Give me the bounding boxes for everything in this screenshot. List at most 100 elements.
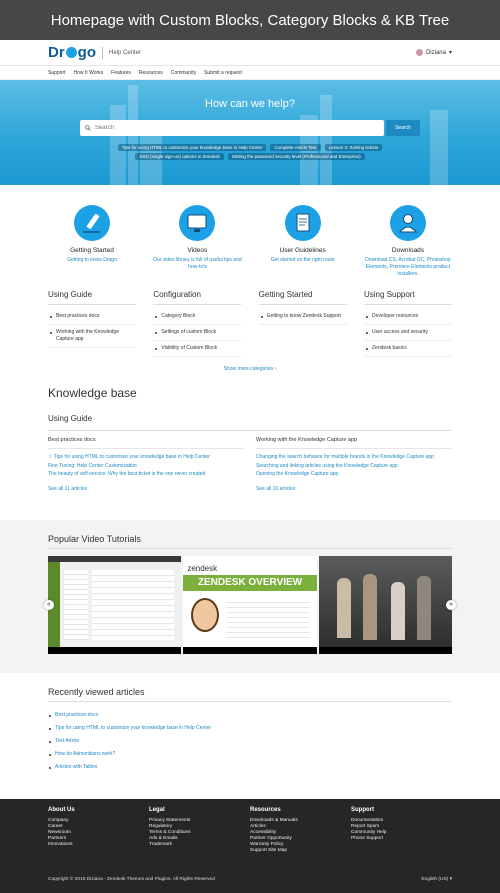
kb-article-link[interactable]: Opening the Knowledge Capture app bbox=[256, 470, 452, 479]
kb-column-title[interactable]: Working with the Knowledge Capture app bbox=[256, 437, 452, 449]
list-pane bbox=[64, 569, 88, 640]
footer-heading: Resources bbox=[250, 807, 281, 813]
recent-article-link[interactable]: Tips for using HTML to customize your kn… bbox=[48, 722, 452, 735]
kb-article-link[interactable]: The beauty of self-service: Why the best… bbox=[48, 470, 244, 479]
recent-article-link[interactable]: Best practices docs bbox=[48, 709, 452, 722]
category-title[interactable]: Using Support bbox=[363, 290, 452, 305]
kb-section-title[interactable]: Using Guide bbox=[48, 414, 452, 431]
search-button[interactable]: Search bbox=[386, 120, 420, 136]
nav-item-support[interactable]: Support bbox=[48, 70, 66, 76]
category-item[interactable]: Best practices docs bbox=[48, 309, 136, 325]
category-using-support: Using Support Developer resources User a… bbox=[363, 290, 452, 357]
search-icon bbox=[85, 125, 91, 131]
chevron-right-icon: » bbox=[449, 601, 453, 608]
person-figure bbox=[416, 575, 431, 640]
logo-divider bbox=[102, 46, 103, 59]
video-thumbnail[interactable] bbox=[48, 555, 182, 654]
category-title[interactable]: Configuration bbox=[153, 290, 242, 305]
popular-search-chip[interactable]: Tips for using HTML to customize your kn… bbox=[117, 144, 267, 151]
recent-article-link[interactable]: How do Admonitions work? bbox=[48, 748, 452, 761]
window-bar bbox=[48, 555, 182, 562]
language-selector[interactable]: English (US) ▾ bbox=[421, 877, 452, 882]
footer-link[interactable]: Innovations bbox=[48, 842, 149, 848]
category-item[interactable]: User access and security bbox=[363, 325, 452, 341]
block-description: Download CS, Acrobat DC, Photoshop Eleme… bbox=[365, 257, 451, 277]
kb-column: Best practices docs ☆ Tips for using HTM… bbox=[48, 437, 244, 492]
banner-title: Homepage with Custom Blocks, Category Bl… bbox=[50, 11, 450, 29]
category-item[interactable]: Working with the Knowledge Capture app bbox=[48, 325, 136, 348]
category-item[interactable]: Visibility of Custom Block bbox=[153, 341, 242, 357]
popular-search-chip[interactable]: Lesson 3: Solving tickets bbox=[324, 144, 383, 151]
category-title[interactable]: Using Guide bbox=[48, 290, 136, 305]
footer-column-legal: Legal Privacy Statements Regulatory Term… bbox=[149, 807, 250, 854]
logo-wordmark: Dr go bbox=[48, 44, 96, 61]
see-all-articles-link[interactable]: See all 10 articles bbox=[256, 486, 452, 492]
custom-block-getting-started[interactable]: Getting Started Getting to know Drago bbox=[42, 205, 142, 290]
search-input[interactable] bbox=[95, 125, 355, 131]
site-header: Dr go Help Center Diziana ▾ bbox=[0, 40, 500, 66]
nav-item-community[interactable]: Community bbox=[171, 70, 196, 76]
kb-article-link[interactable]: Changing the search behavior for multipl… bbox=[256, 453, 452, 462]
chevron-left-icon: « bbox=[47, 601, 51, 608]
avatar bbox=[415, 49, 423, 56]
carousel-prev-button[interactable]: « bbox=[44, 599, 54, 610]
nav-item-submit-request[interactable]: Submit a request bbox=[204, 70, 242, 76]
popular-search-chip[interactable]: Complete Article Test bbox=[270, 144, 321, 151]
custom-blocks: Getting Started Getting to know Drago Vi… bbox=[0, 185, 500, 290]
custom-block-downloads[interactable]: Downloads Download CS, Acrobat DC, Photo… bbox=[358, 205, 458, 290]
player-bar bbox=[318, 646, 452, 654]
footer-column-resources: Resources Downloads & Manuals Articles A… bbox=[250, 807, 351, 854]
custom-block-videos[interactable]: Videos Our video library is full of usef… bbox=[147, 205, 247, 290]
footer-column-about: About Us Company Career Newsroom Partner… bbox=[48, 807, 149, 854]
logo-subtitle: Help Center bbox=[109, 49, 142, 56]
table-pane bbox=[92, 569, 174, 640]
popular-searches: Tips for using HTML to customize your kn… bbox=[0, 144, 500, 160]
kb-article-link[interactable]: ☆ Tips for using HTML to customize your … bbox=[48, 453, 244, 462]
footer-bottom: Copyright © 2019 Diziana - Zendesk Theme… bbox=[48, 877, 452, 882]
recent-article-link[interactable]: Test Article bbox=[48, 735, 452, 748]
player-bar bbox=[183, 646, 317, 654]
block-title: User Guidelines bbox=[279, 247, 326, 254]
carousel-next-button[interactable]: » bbox=[446, 599, 456, 610]
logo-text-right: go bbox=[77, 44, 96, 61]
nav-item-resources[interactable]: Resources bbox=[139, 70, 163, 76]
category-item[interactable]: Category Block bbox=[153, 309, 242, 325]
category-item[interactable]: Zendesk basics bbox=[363, 341, 452, 357]
popular-search-chip[interactable]: SSO (single sign-on) options in Zendesk bbox=[135, 153, 224, 160]
kb-column: Working with the Knowledge Capture app C… bbox=[256, 437, 452, 492]
category-item[interactable]: Developer resources bbox=[363, 309, 452, 325]
nav-item-how-it-works[interactable]: How It Works bbox=[74, 70, 104, 76]
category-item[interactable]: Getting to know Zendesk Support bbox=[258, 309, 347, 325]
footer-link[interactable]: Support Site Map bbox=[250, 848, 351, 854]
kb-column-title[interactable]: Best practices docs bbox=[48, 437, 244, 449]
show-more-categories-link[interactable]: Show more categories › bbox=[0, 366, 500, 372]
footer-link[interactable]: Trademark bbox=[149, 842, 250, 848]
custom-block-user-guidelines[interactable]: User Guidelines Get started on the right… bbox=[253, 205, 353, 290]
category-blocks: Using Guide Best practices docs Working … bbox=[0, 290, 500, 357]
logo[interactable]: Dr go Help Center bbox=[48, 44, 141, 61]
kb-article-label: Tips for using HTML to customize your kn… bbox=[53, 454, 210, 460]
category-using-guide: Using Guide Best practices docs Working … bbox=[48, 290, 136, 357]
recent-article-link[interactable]: Articles with Tables bbox=[48, 761, 452, 774]
category-item[interactable]: Settings of custom Block bbox=[153, 325, 242, 341]
block-description: Getting to know Drago bbox=[67, 257, 117, 263]
presenter-avatar bbox=[191, 597, 220, 632]
kb-article-link[interactable]: Fine Tuning: Help Center Customization bbox=[48, 462, 244, 471]
hero-section: How can we help? Search Tips for using H… bbox=[0, 80, 500, 185]
videos-title: Popular Video Tutorials bbox=[48, 533, 141, 544]
nav-item-features[interactable]: Features bbox=[111, 70, 131, 76]
kb-article-link[interactable]: Searching and linking articles using the… bbox=[256, 462, 452, 471]
document-icon bbox=[284, 205, 321, 241]
user-menu[interactable]: Diziana ▾ bbox=[415, 49, 452, 56]
footer-link[interactable]: Phone Support bbox=[351, 836, 452, 842]
video-thumbnail[interactable] bbox=[318, 555, 452, 654]
see-all-articles-link[interactable]: See all 11 articles bbox=[48, 486, 244, 492]
ticket-list bbox=[227, 597, 310, 638]
pencil-icon bbox=[74, 205, 110, 241]
popular-search-chip[interactable]: Setting the password security level (Pro… bbox=[227, 153, 365, 160]
video-thumbnail[interactable]: zendesk ZENDESK OVERVIEW bbox=[183, 555, 317, 654]
recently-viewed-section: Recently viewed articles Best practices … bbox=[0, 673, 500, 785]
category-title[interactable]: Getting Started bbox=[258, 290, 347, 305]
main-nav: Support How It Works Features Resources … bbox=[0, 66, 500, 80]
popular-videos-section: Popular Video Tutorials zendesk ZENDESK … bbox=[0, 519, 500, 673]
